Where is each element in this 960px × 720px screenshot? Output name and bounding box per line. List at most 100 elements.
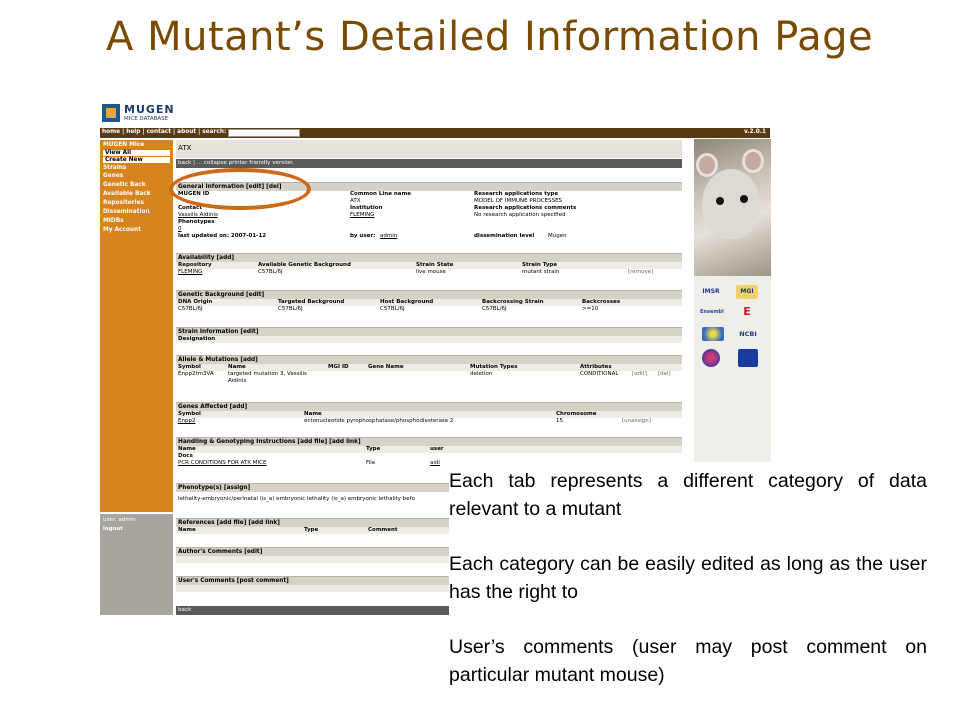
column-header: Type: [366, 446, 381, 452]
edit-link[interactable]: [edit]: [632, 371, 647, 377]
search-input[interactable]: [228, 129, 300, 137]
table-row: Enpp2 ectonucleotide pyrophosphatase/pho…: [176, 418, 682, 425]
eu-flag-icon[interactable]: [738, 349, 758, 367]
dna-logo-icon[interactable]: [702, 327, 724, 341]
cell: Aidinis: [228, 378, 247, 384]
column-header: MGI ID: [328, 364, 349, 370]
top-nav-links[interactable]: home | help | contact | about | search:: [102, 129, 226, 135]
cell: Docs: [178, 453, 193, 459]
sidebar-item-genes[interactable]: Genes: [103, 173, 123, 179]
user-link[interactable]: admin: [380, 233, 397, 239]
cell: mutant strain: [522, 269, 560, 275]
sidebar: MUGEN Mice View All Create New Strains G…: [100, 140, 173, 512]
section-header[interactable]: Strain Information [edit]: [176, 327, 682, 336]
column-header: Mutation Types: [470, 364, 518, 370]
ncbi-logo-icon[interactable]: NCBI: [734, 327, 762, 341]
delete-link[interactable]: [del]: [658, 371, 671, 377]
document-link[interactable]: PCR CONDITIONS FOR ATX MICE: [178, 460, 267, 466]
sidebar-item-dissemination[interactable]: Dissemination: [103, 209, 150, 215]
institution-link[interactable]: FLEMING: [350, 212, 374, 218]
section-header[interactable]: Genetic Background [edit]: [176, 290, 682, 299]
column-header: Name: [178, 446, 196, 452]
section-genes-affected: Genes Affected [add] Symbol Name Chromos…: [176, 402, 682, 425]
logout-link[interactable]: logout: [103, 526, 123, 532]
cell: lethality-embryonic/perinatal (is_a) emb…: [178, 496, 415, 502]
imsr-logo-icon[interactable]: IMSR: [700, 285, 722, 299]
allele-symbol: Enpp2tm3VA: [178, 371, 214, 377]
cell: dissemination level: [474, 233, 535, 239]
mgi-logo-icon[interactable]: MGI: [736, 285, 758, 299]
unassign-link[interactable]: [unassign]: [622, 418, 651, 424]
table-row: FLEMING C57BL/6J live mouse mutant strai…: [176, 269, 682, 276]
ensembl-logo-icon[interactable]: Ensembl: [700, 305, 724, 319]
column-header: Attributes: [580, 364, 612, 370]
column-header: Backcrossing Strain: [482, 299, 544, 305]
sidebar-item-mugen-mice[interactable]: MUGEN Mice: [103, 142, 144, 148]
logo-name: MUGEN: [124, 103, 175, 116]
table-row: Aidinis: [176, 378, 682, 385]
gene-link[interactable]: Enpp2: [178, 418, 195, 424]
cell: live mouse: [416, 269, 446, 275]
cell: Research applications comments: [474, 205, 577, 211]
section-header[interactable]: Genes Affected [add]: [176, 402, 682, 411]
column-header: Symbol: [178, 364, 201, 370]
contact-link[interactable]: Vassilis Aidinis: [178, 212, 218, 218]
cell: ATX: [350, 198, 361, 204]
table-header-row: Symbol Name Chromosome: [176, 411, 682, 418]
mouse-eye-icon: [740, 195, 748, 203]
highlight-oval: [169, 168, 311, 210]
sidebar-item-view-all[interactable]: View All: [103, 150, 170, 156]
phenotypes-link[interactable]: 0: [178, 226, 182, 232]
cell: MODEL OF IMMUNE PROCESSES: [474, 198, 563, 204]
logo-subtitle: MICE DATABASE: [124, 116, 169, 122]
cell: Common Line name: [350, 191, 411, 197]
section-allele-mutations: Allele & Mutations [add] Symbol Name MGI…: [176, 355, 682, 385]
partner-logo-icon[interactable]: [702, 349, 720, 367]
table-header-row: Name Type user: [176, 446, 682, 453]
back-bar-links[interactable]: back | ... collapse printer friendly ver…: [178, 160, 293, 166]
cell: Phenotypes: [178, 219, 215, 225]
column-header: Available Genetic Background: [258, 262, 351, 268]
table-header-row: DNA Origin Targeted Background Host Back…: [176, 299, 682, 306]
cell: ectonucleotide pyrophosphatase/phosphodi…: [304, 418, 454, 424]
column-header: Backcrosses: [582, 299, 621, 305]
cell: Mugen: [548, 233, 567, 239]
cell: C57BL/6J: [178, 306, 203, 312]
caption-paragraph: Each tab represents a different category…: [449, 470, 927, 520]
sidebar-item-create-new[interactable]: Create New: [103, 157, 170, 163]
column-header: Chromosome: [556, 411, 597, 417]
section-header[interactable]: Allele & Mutations [add]: [176, 355, 682, 364]
sidebar-item-repositories[interactable]: Repositories: [103, 200, 144, 206]
right-column: IMSR MGI Ensembl E NCBI: [694, 139, 771, 462]
cell: Designation: [178, 336, 216, 342]
sidebar-item-my-account[interactable]: My Account: [103, 227, 141, 233]
user-link[interactable]: aidi: [430, 460, 440, 466]
cell: File: [366, 460, 376, 466]
table-header-row: Symbol Name MGI ID Gene Name Mutation Ty…: [176, 364, 682, 371]
sidebar-item-available-back[interactable]: Available Back: [103, 191, 151, 197]
cell: Research applications type: [474, 191, 559, 197]
app-banner: MUGEN MICE DATABASE: [100, 100, 770, 127]
sidebar-item-genetic-back[interactable]: Genetic Back: [103, 182, 146, 188]
column-header: Name: [304, 411, 322, 417]
column-header: Comment: [368, 527, 398, 533]
table-header-row: Repository Available Genetic Background …: [176, 262, 682, 269]
cell: CONDITIONAL: [580, 371, 619, 377]
footer-back-link[interactable]: back: [178, 607, 191, 613]
section-header[interactable]: Availability [add]: [176, 253, 682, 262]
column-header: Host Background: [380, 299, 434, 305]
section-header[interactable]: Handling & Genotyping Instructions [add …: [176, 437, 682, 446]
page-title: ATX: [178, 144, 192, 152]
mouse-ear-icon: [742, 149, 764, 173]
table-row: Enpp2tm3VA targeted mutation 3, Vassilis…: [176, 371, 682, 378]
remove-link[interactable]: [remove]: [628, 269, 653, 275]
cell: by user:: [350, 233, 376, 239]
back-bar: back | ... collapse printer friendly ver…: [176, 159, 682, 168]
caption-paragraph: User’s comments (user may post comment o…: [449, 636, 927, 686]
ebi-logo-icon[interactable]: E: [736, 305, 758, 319]
page-title-bar: ATX: [176, 140, 682, 158]
sidebar-item-strains[interactable]: Strains: [103, 165, 126, 171]
repository-link[interactable]: FLEMING: [178, 269, 202, 275]
column-header: Type: [304, 527, 319, 533]
sidebar-item-midbs[interactable]: MIDBs: [103, 218, 124, 224]
